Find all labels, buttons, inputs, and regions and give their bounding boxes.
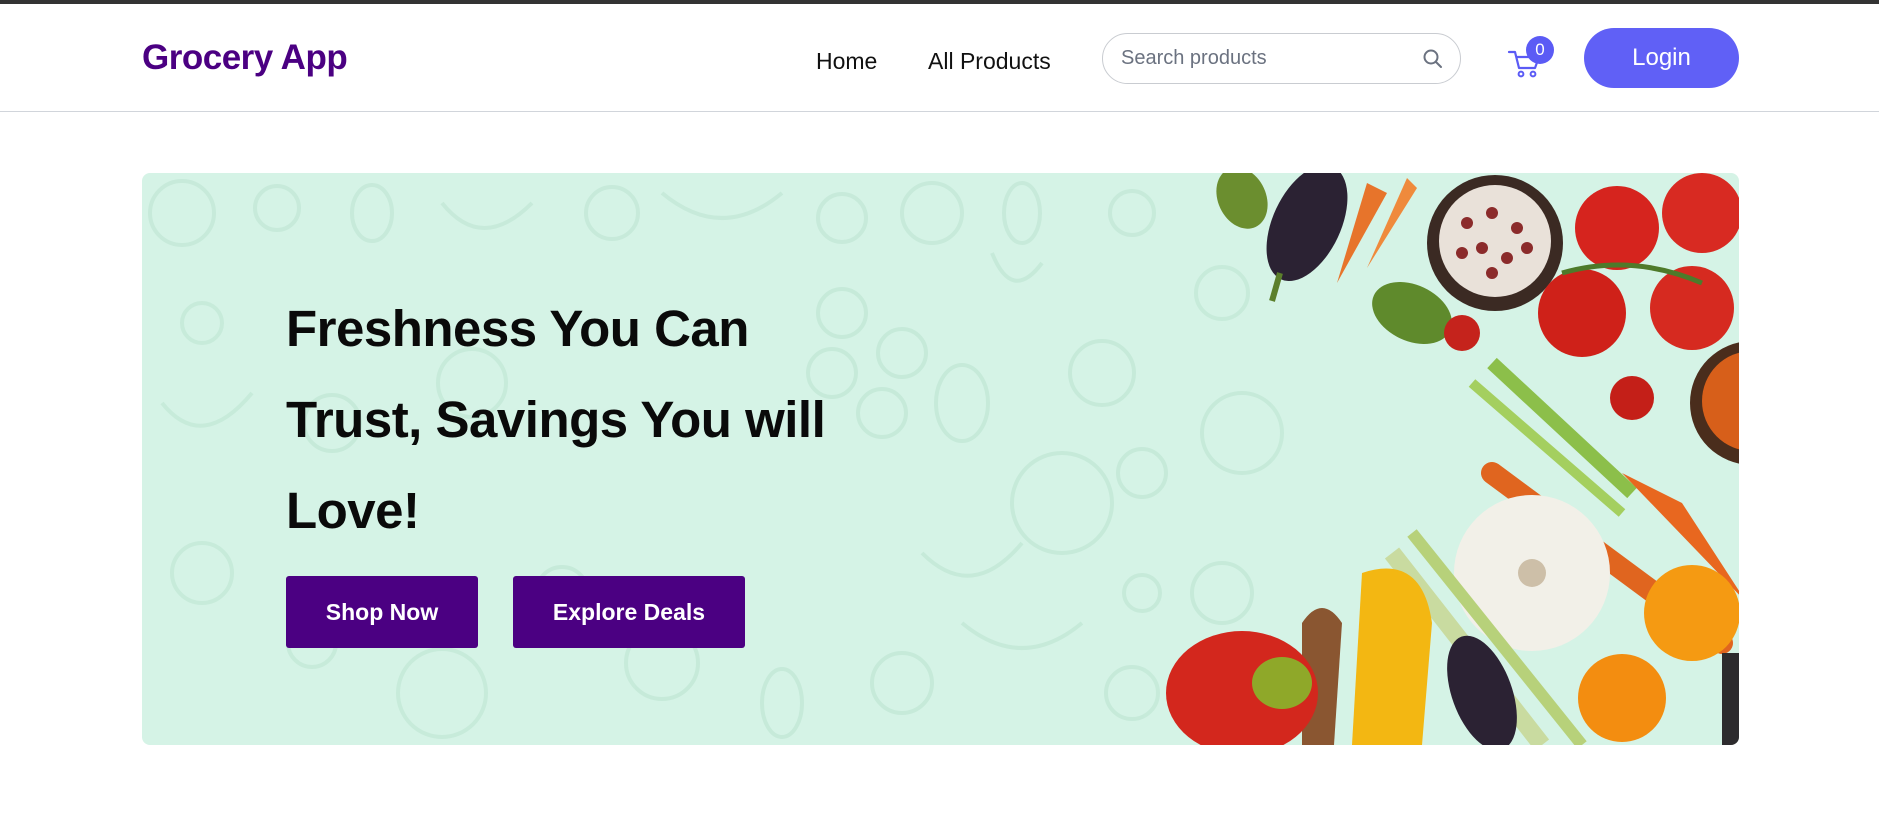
search-input[interactable] (1121, 34, 1411, 83)
nav-link-all-products[interactable]: All Products (928, 48, 1051, 75)
navbar: Grocery App Home All Products 0 Login (0, 4, 1879, 112)
shop-now-button[interactable]: Shop Now (286, 576, 478, 648)
hero-banner: Freshness You Can Trust, Savings You wil… (142, 173, 1739, 745)
vegetables-image (1166, 173, 1739, 745)
search-box (1102, 33, 1461, 84)
brand-logo[interactable]: Grocery App (142, 38, 348, 78)
nav-link-home[interactable]: Home (816, 48, 877, 75)
explore-deals-button[interactable]: Explore Deals (513, 576, 745, 648)
hero-headline: Freshness You Can Trust, Savings You wil… (286, 300, 826, 539)
login-button[interactable]: Login (1584, 28, 1739, 88)
cart-count-badge: 0 (1526, 36, 1554, 64)
search-icon[interactable] (1421, 47, 1445, 71)
